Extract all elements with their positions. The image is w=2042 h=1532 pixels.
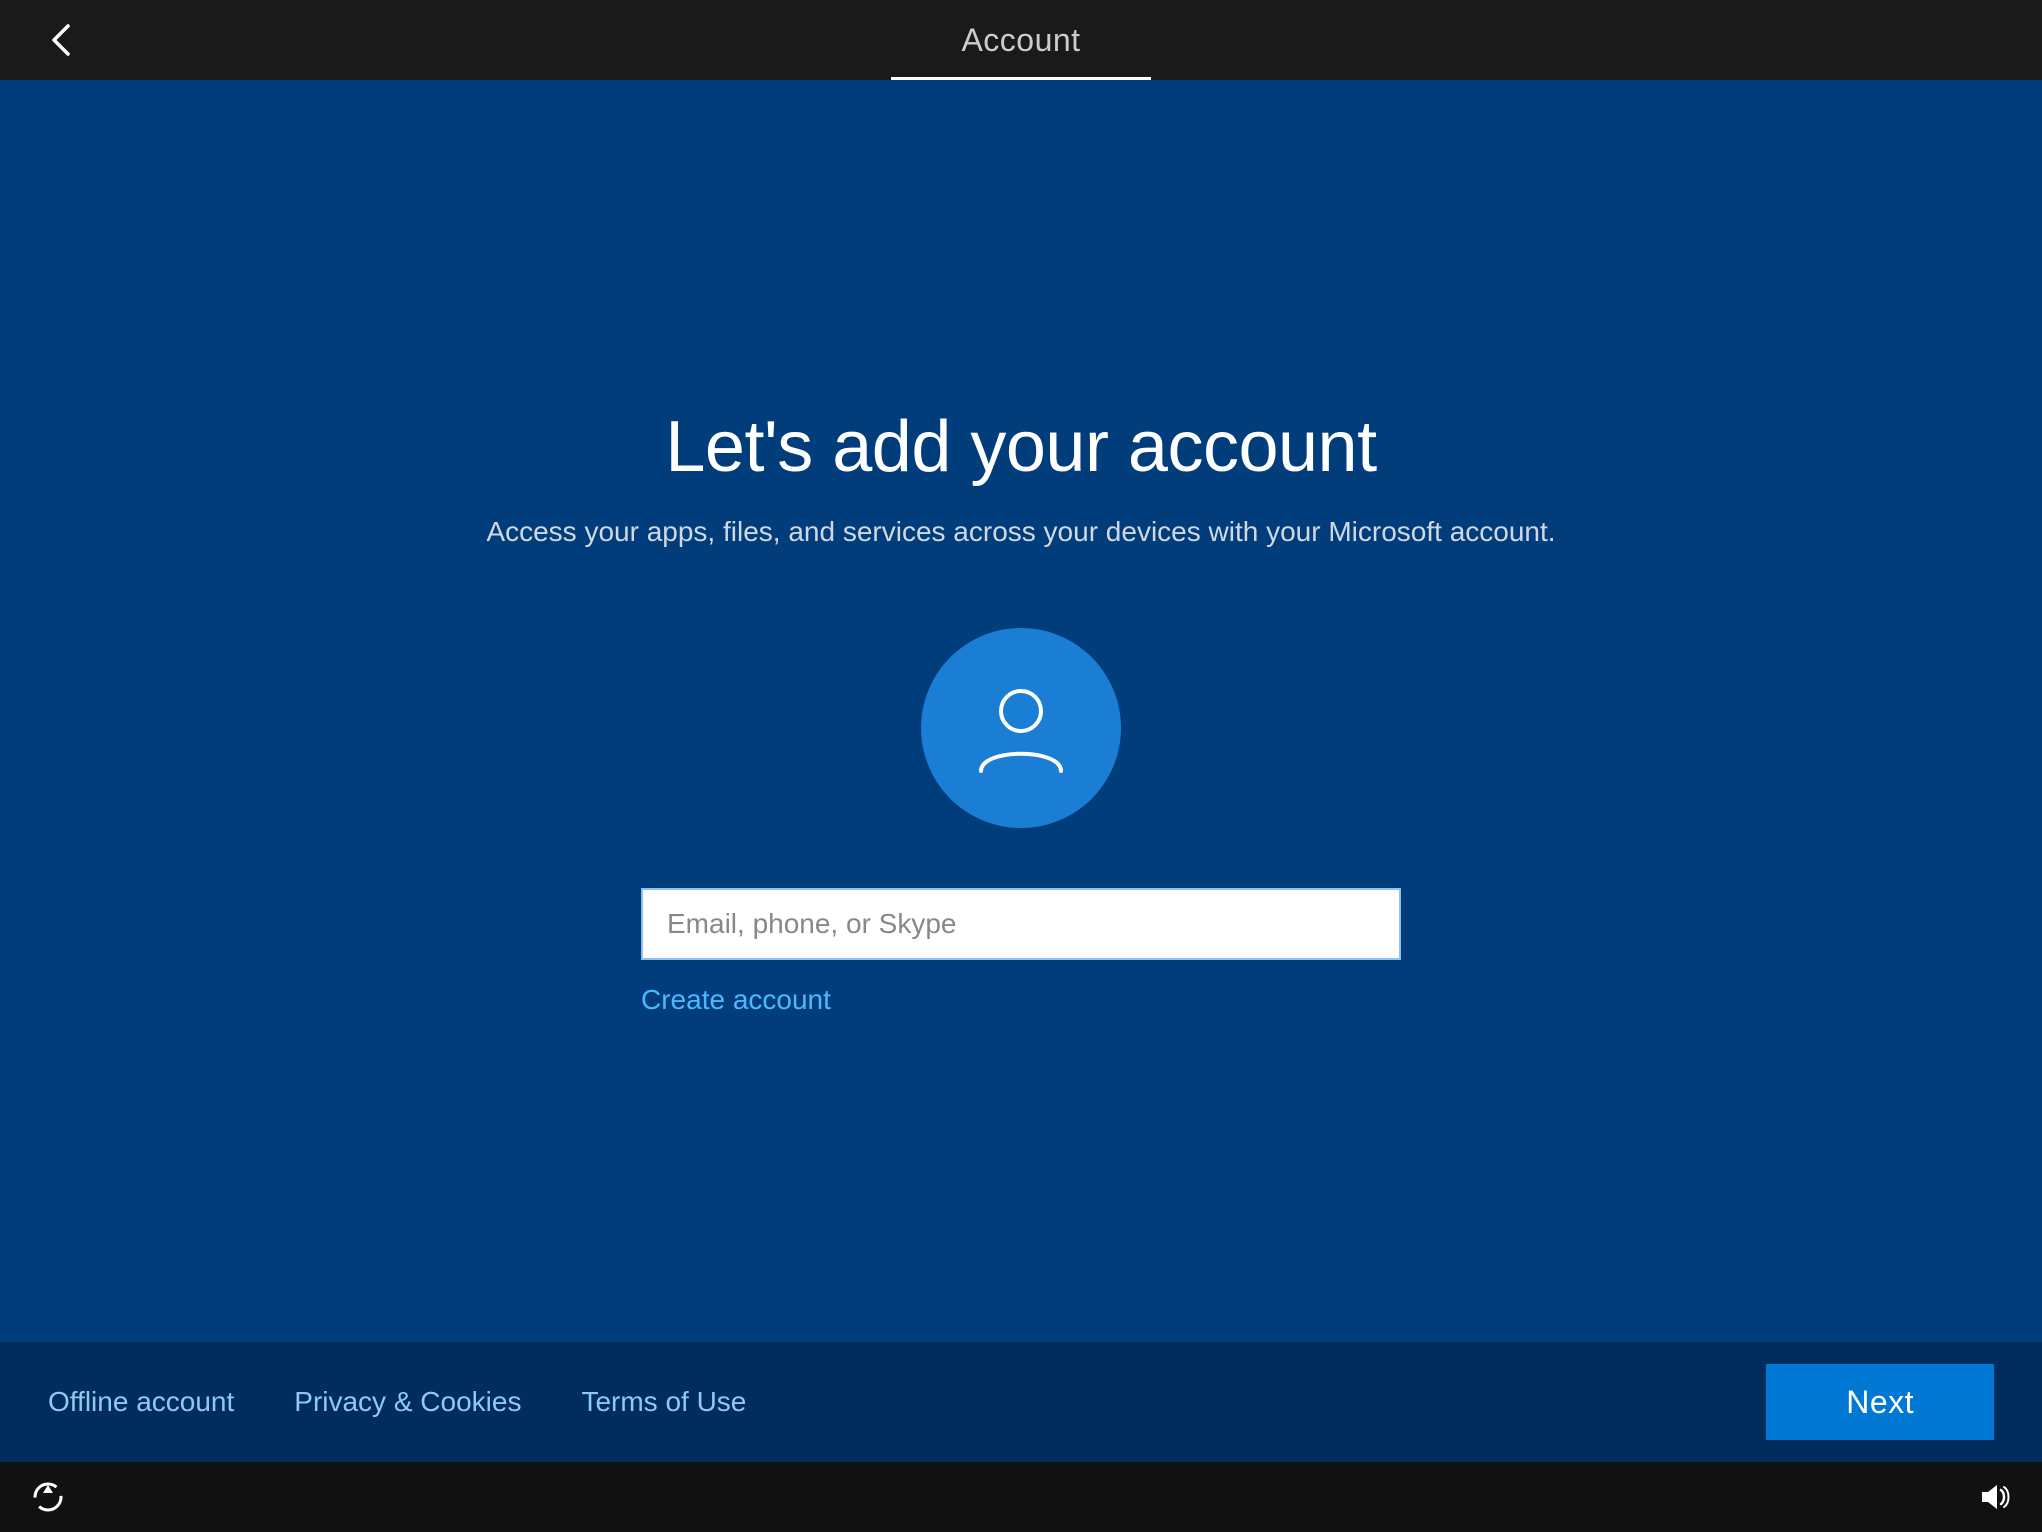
top-bar: Account — [0, 0, 2042, 80]
main-content: Let's add your account Access your apps,… — [0, 80, 2042, 1342]
volume-icon — [1970, 1473, 2018, 1521]
terms-of-use-link[interactable]: Terms of Use — [581, 1386, 746, 1418]
next-button[interactable]: Next — [1766, 1364, 1994, 1440]
bottom-links: Offline account Privacy & Cookies Terms … — [48, 1386, 1766, 1418]
create-account-link[interactable]: Create account — [641, 984, 1401, 1016]
bottom-bar: Offline account Privacy & Cookies Terms … — [0, 1342, 2042, 1462]
header-account-label: Account — [961, 22, 1080, 59]
taskbar-right — [1970, 1473, 2018, 1521]
avatar-icon — [921, 628, 1121, 828]
offline-account-link[interactable]: Offline account — [48, 1386, 234, 1418]
page-heading: Let's add your account — [665, 406, 1376, 488]
privacy-cookies-link[interactable]: Privacy & Cookies — [294, 1386, 521, 1418]
taskbar-left — [24, 1473, 72, 1521]
loading-icon — [24, 1473, 72, 1521]
taskbar — [0, 1462, 2042, 1532]
page-subheading: Access your apps, files, and services ac… — [486, 516, 1555, 548]
email-input[interactable] — [641, 888, 1401, 960]
back-button[interactable] — [32, 10, 92, 70]
